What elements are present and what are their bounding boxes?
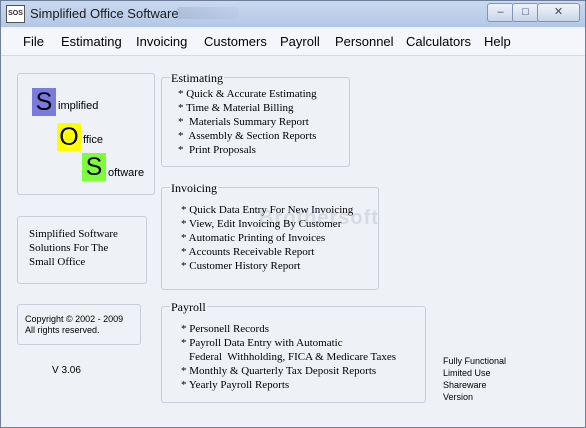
app-window: SOS Simplified Office Software – □ ✕ Fil…	[0, 0, 586, 428]
logo-letter-s1: S	[32, 88, 56, 116]
payroll-item: * Personell Records	[181, 323, 269, 335]
invoicing-item: * Quick Data Entry For New Invoicing	[181, 204, 354, 216]
logo-letter-o: O	[57, 123, 81, 151]
payroll-title: Payroll	[170, 300, 207, 315]
tagline-panel: Simplified Software Solutions For The Sm…	[17, 216, 147, 284]
logo-word-software: oftware	[108, 167, 145, 179]
maximize-icon: □	[522, 6, 529, 18]
menu-payroll[interactable]: Payroll	[280, 34, 320, 49]
invoicing-item: * Automatic Printing of Invoices	[181, 232, 326, 244]
app-icon-text: SOS	[8, 10, 23, 17]
payroll-item: Federal Withholding, FICA & Medicare Tax…	[189, 351, 397, 363]
menu-file[interactable]: File	[23, 34, 44, 49]
payroll-item: * Yearly Payroll Reports	[181, 379, 290, 391]
menu-customers[interactable]: Customers	[204, 34, 267, 49]
copyright-text: Copyright © 2002 - 2009 All rights reser…	[25, 314, 124, 335]
blurred-title-region	[177, 7, 239, 19]
logo-panel: S implified O ffice S oftware	[17, 73, 155, 195]
estimating-title: Estimating	[170, 71, 224, 86]
estimating-item: * Quick & Accurate Estimating	[178, 88, 317, 100]
logo-word-simplified: implified	[58, 100, 99, 112]
app-icon[interactable]: SOS	[6, 5, 25, 23]
window-title: Simplified Office Software	[30, 6, 179, 21]
minimize-icon: –	[497, 6, 504, 18]
minimize-button[interactable]: –	[487, 3, 514, 22]
estimating-item: * Assembly & Section Reports	[178, 130, 317, 142]
estimating-item: * Time & Material Billing	[178, 102, 294, 114]
menu-personnel[interactable]: Personnel	[335, 34, 394, 49]
estimating-item: * Materials Summary Report	[178, 116, 309, 128]
menu-calculators[interactable]: Calculators	[406, 34, 471, 49]
payroll-item: * Monthly & Quarterly Tax Deposit Report…	[181, 365, 377, 377]
license-note: Fully Functional Limited Use Shareware V…	[443, 356, 507, 402]
menu-estimating[interactable]: Estimating	[61, 34, 122, 49]
payroll-item: * Payroll Data Entry with Automatic	[181, 337, 343, 349]
menu-help[interactable]: Help	[484, 34, 511, 49]
close-icon: ✕	[553, 6, 564, 18]
title-bar[interactable]: SOS Simplified Office Software – □ ✕	[1, 1, 585, 27]
tagline-text: Simplified Software Solutions For The Sm…	[29, 228, 118, 268]
version-label: V 3.06	[52, 365, 81, 376]
copyright-panel: Copyright © 2002 - 2009 All rights reser…	[17, 304, 141, 345]
main-content: S implified O ffice S oftware Simplified…	[1, 56, 585, 427]
invoicing-item: * Accounts Receivable Report	[181, 246, 315, 258]
maximize-button[interactable]: □	[512, 3, 539, 22]
invoicing-title: Invoicing	[170, 181, 218, 196]
logo-word-office: ffice	[83, 134, 103, 146]
logo-letter-s2: S	[82, 153, 106, 181]
menu-bar: File Estimating Invoicing Customers Payr…	[1, 28, 585, 56]
invoicing-item: * View, Edit Invoicing By Customer	[181, 218, 342, 230]
invoicing-item: * Customer History Report	[181, 260, 301, 272]
menu-invoicing[interactable]: Invoicing	[136, 34, 187, 49]
estimating-item: * Print Proposals	[178, 144, 256, 156]
close-button[interactable]: ✕	[537, 3, 580, 22]
